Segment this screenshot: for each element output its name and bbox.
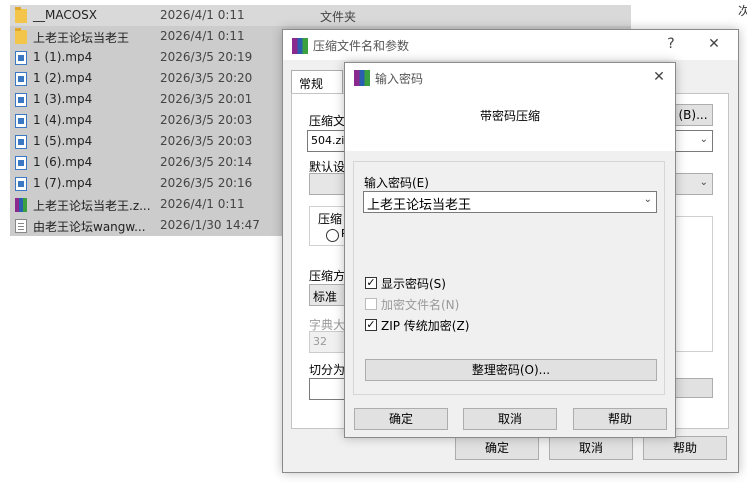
file-date: 2026/3/5 20:14 [160,155,253,169]
cancel-button[interactable]: 取消 [549,436,633,460]
file-date: 2026/3/5 20:01 [160,92,253,106]
chevron-down-icon[interactable]: ⌄ [700,134,708,145]
file-name: 由老王论坛wangw... [33,220,146,234]
file-name: 1 (3).mp4 [33,92,93,106]
password-dialog-title: 输入密码 [375,72,424,86]
archive-file-icon [15,198,27,212]
chevron-down-icon[interactable]: ⌄ [644,194,652,205]
options-list-box [673,216,713,352]
file-row[interactable]: __MACOSX 2026/4/1 0:11 文件夹 [10,5,631,26]
method-label: 压缩方 [309,269,346,283]
edge-text: 次 [738,4,747,18]
password-help-button[interactable]: 帮助 [573,408,667,430]
file-date: 2026/4/1 0:11 [160,29,245,43]
password-dialog: 输入密码 ✕ 带密码压缩 输入密码(E) 上老王论坛当老王 ⌄ ✓ 显示密码(S… [344,62,676,438]
archive-dialog-titlebar: 压缩文件名和参数 ? ✕ [283,30,738,60]
chevron-down-icon[interactable]: ⌄ [700,177,708,188]
close-icon[interactable]: ✕ [648,67,670,87]
file-name: 1 (1).mp4 [33,50,93,64]
password-header: 带密码压缩 [345,93,675,151]
file-date: 2026/3/5 20:03 [160,134,253,148]
help-button[interactable]: 帮助 [643,436,727,460]
file-name: __MACOSX [33,8,98,22]
file-name: 上老王论坛当老王 [33,31,130,45]
winrar-app-icon [292,38,308,54]
file-name: 1 (5).mp4 [33,134,93,148]
file-date: 2026/4/1 0:11 [160,197,245,211]
text-file-icon [15,219,27,233]
split-label: 切分为 [309,363,346,377]
radio-button[interactable] [326,229,339,242]
file-date: 2026/3/5 20:19 [160,50,253,64]
tab-general[interactable]: 常规 [291,70,343,94]
dict-size-select[interactable]: 32 [309,331,349,353]
video-file-icon [15,114,27,128]
archive-dialog-title: 压缩文件名和参数 [313,39,410,53]
compress-group-label: 压缩 [318,212,343,226]
file-name: 1 (7).mp4 [33,176,93,190]
file-date: 2026/4/1 0:11 [160,8,245,22]
file-name: 1 (6).mp4 [33,155,93,169]
folder-icon [15,7,27,23]
file-date: 2026/3/5 20:20 [160,71,253,85]
close-icon[interactable]: ✕ [703,34,725,54]
file-type: 文件夹 [320,10,357,24]
winrar-app-icon [354,70,370,86]
video-file-icon [15,51,27,65]
file-name: 1 (4).mp4 [33,113,93,127]
split-input[interactable] [309,378,349,400]
browse-button[interactable]: (B)... [673,104,713,126]
video-file-icon [15,93,27,107]
ok-button[interactable]: 确定 [455,436,539,460]
password-dialog-titlebar: 输入密码 ✕ [345,63,675,93]
show-password-label: 显示密码(S) [381,277,446,291]
file-name: 1 (2).mp4 [33,71,93,85]
file-date: 2026/1/30 14:47 [160,218,260,232]
show-password-checkbox[interactable]: ✓ [365,277,377,289]
password-input[interactable]: 上老王论坛当老王 ⌄ [363,191,657,213]
archive-name-label: 压缩文 [309,114,346,128]
encrypt-filenames-label: 加密文件名(N) [381,298,460,312]
zip-legacy-checkbox[interactable]: ✓ [365,319,377,331]
file-date: 2026/3/5 20:03 [160,113,253,127]
encrypt-filenames-checkbox[interactable] [365,298,377,310]
video-file-icon [15,72,27,86]
video-file-icon [15,177,27,191]
zip-legacy-label: ZIP 传统加密(Z) [381,319,470,333]
help-icon[interactable]: ? [660,34,682,54]
password-label: 输入密码(E) [364,176,429,190]
password-ok-button[interactable]: 确定 [354,408,448,430]
organize-passwords-button[interactable]: 整理密码(O)... [365,359,657,381]
file-date: 2026/3/5 20:16 [160,176,253,190]
method-select[interactable]: 标准 [309,284,349,306]
video-file-icon [15,135,27,149]
video-file-icon [15,156,27,170]
folder-icon [15,28,27,44]
file-name: 上老王论坛当老王.z... [33,199,151,213]
split-unit-select[interactable] [673,378,713,398]
password-heading: 带密码压缩 [479,109,540,123]
password-cancel-button[interactable]: 取消 [463,408,557,430]
